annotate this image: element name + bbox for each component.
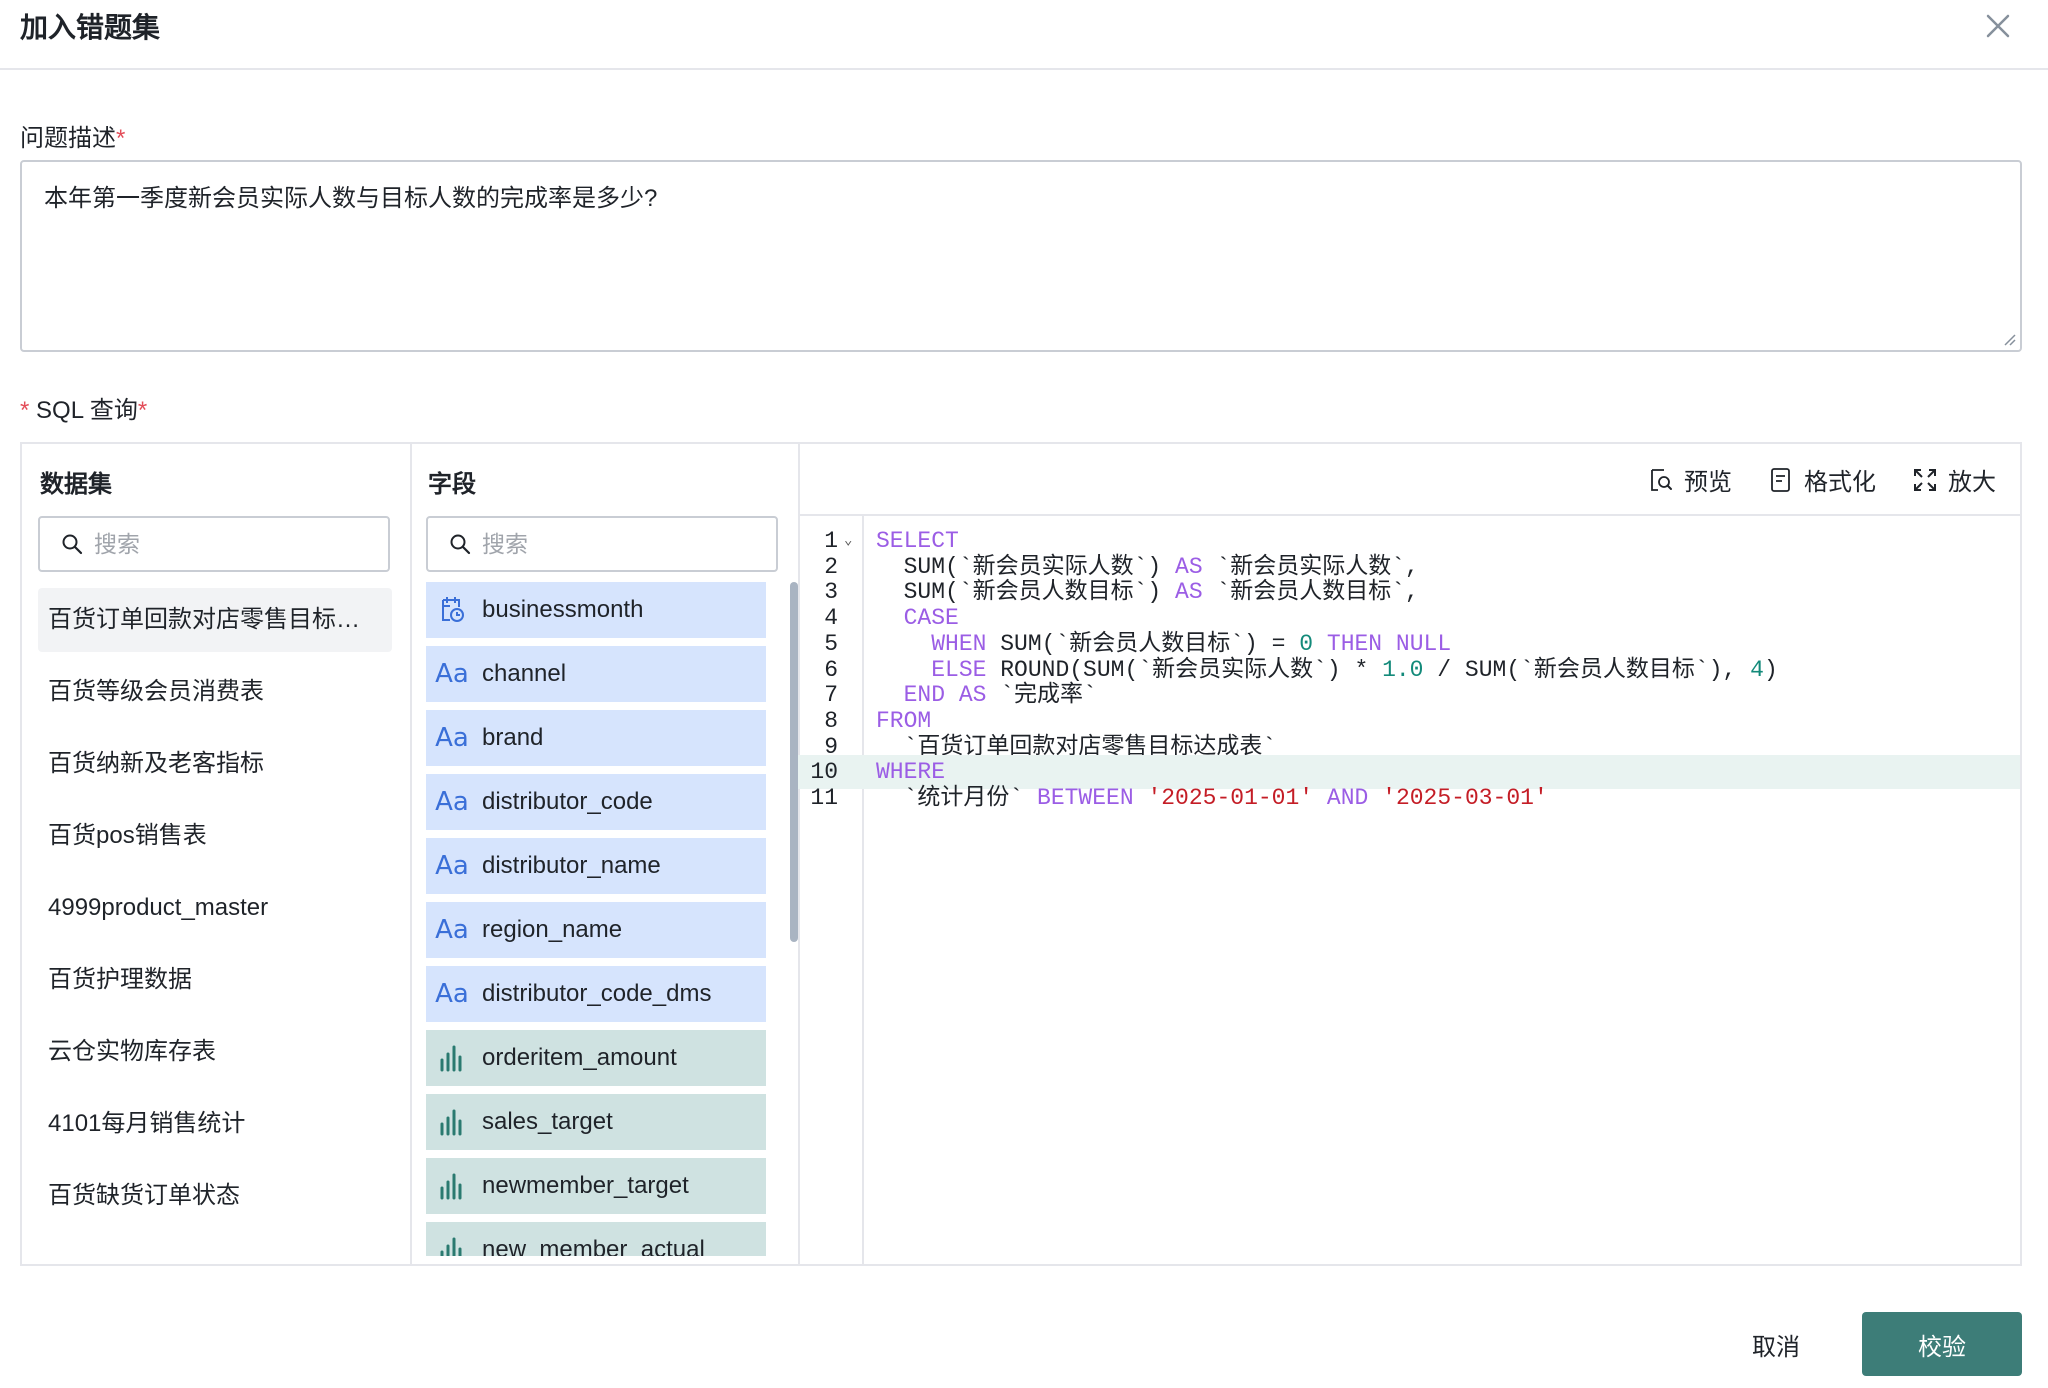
field-column: 字段 businessmonthAachannelAabrandAadistri… <box>410 444 800 1264</box>
field-name: distributor_code_dms <box>482 980 712 1007</box>
expand-button[interactable]: 放大 <box>1912 462 1996 497</box>
code-line: 11 `统计月份` BETWEEN '2025-01-01' AND '2025… <box>798 781 2020 815</box>
dataset-item[interactable]: 百货护理数据 <box>38 948 392 1012</box>
description-textarea[interactable]: 本年第一季度新会员实际人数与目标人数的完成率是多少? <box>20 160 2022 352</box>
sql-label-text: SQL 查询 <box>36 397 138 424</box>
dataset-column: 数据集 百货订单回款对店零售目标达成表百货等级会员消费表百货纳新及老客指标百货p… <box>22 444 412 1264</box>
code-token: '2025-01-01' <box>1147 785 1314 811</box>
field-item[interactable]: Aa brand <box>426 710 766 766</box>
field-name: brand <box>482 724 544 751</box>
dataset-search-input[interactable] <box>92 529 356 559</box>
calendar-clock-icon <box>434 594 470 626</box>
bar-chart-icon <box>434 1234 470 1256</box>
required-mark-prefix: * <box>20 397 30 424</box>
dialog-title: 加入错题集 <box>20 12 161 43</box>
field-name: distributor_name <box>482 852 661 879</box>
close-icon <box>1986 14 2010 38</box>
bar-chart-icon <box>434 1106 470 1138</box>
format-label: 格式化 <box>1804 469 1876 496</box>
dataset-item[interactable]: 4999product_master <box>38 876 392 940</box>
field-list: businessmonth Aa channel Aa brand Aa distribut… <box>426 582 766 1256</box>
code-text: `统计月份` BETWEEN '2025-01-01' AND '2025-03… <box>876 781 1548 815</box>
field-item[interactable]: Aa distributor_name <box>426 838 766 894</box>
required-mark: * <box>116 125 126 152</box>
field-item[interactable]: Aa channel <box>426 646 766 702</box>
dataset-search[interactable] <box>38 516 390 572</box>
field-item[interactable]: sales_target <box>426 1094 766 1150</box>
field-item[interactable]: newmember_target <box>426 1158 766 1214</box>
dataset-item[interactable]: 百货等级会员消费表 <box>38 660 392 724</box>
field-search[interactable] <box>426 516 778 572</box>
editor-toolbar: 预览 格式化 放大 <box>1648 462 1996 497</box>
description-label-text: 问题描述 <box>20 125 116 152</box>
verify-button[interactable]: 校验 <box>1862 1312 2022 1376</box>
text-type-icon: Aa <box>435 659 469 689</box>
field-item[interactable]: Aa distributor_code <box>426 774 766 830</box>
field-item[interactable]: businessmonth <box>426 582 766 638</box>
text-type-icon: Aa <box>435 915 469 945</box>
description-value: 本年第一季度新会员实际人数与目标人数的完成率是多少? <box>44 185 658 212</box>
preview-icon <box>1651 468 1672 491</box>
text-type-icon: Aa <box>435 851 469 881</box>
text-type-icon: Aa <box>435 723 469 753</box>
code-token: `统计月份` <box>876 785 1038 811</box>
bar-chart-icon <box>434 1042 470 1074</box>
field-name: region_name <box>482 916 623 943</box>
preview-label: 预览 <box>1684 469 1732 496</box>
format-icon <box>1771 467 1790 492</box>
field-list-scrollbar[interactable] <box>790 582 798 942</box>
dialog-header: 加入错题集 <box>0 0 2048 70</box>
dataset-item[interactable]: 百货纳新及老客指标 <box>38 732 392 796</box>
field-name: orderitem_amount <box>482 1044 677 1071</box>
field-item[interactable]: new_member_actual <box>426 1222 766 1256</box>
code-token: '2025-03-01' <box>1382 785 1548 811</box>
dataset-item[interactable]: 百货pos销售表 <box>38 804 392 868</box>
dataset-item[interactable]: 云仓实物库存表 <box>38 1020 392 1084</box>
dataset-item[interactable]: 百货订单回款对店零售目标达成表 <box>38 588 392 652</box>
sql-label: * SQL 查询* <box>20 390 147 425</box>
field-name: distributor_code <box>482 788 653 815</box>
field-search-input[interactable] <box>480 529 744 559</box>
dataset-item[interactable]: 4101每月销售统计 <box>38 1092 392 1156</box>
field-item[interactable]: Aa region_name <box>426 902 766 958</box>
line-number: 11 <box>810 785 838 811</box>
dataset-list: 百货订单回款对店零售目标达成表 百货等级会员消费表 百货纳新及老客指标 百货pos销售… <box>38 588 392 1236</box>
expand-icon <box>1914 468 1936 491</box>
sql-panel: 数据集 百货订单回款对店零售目标达成表百货等级会员消费表百货纳新及老客指标百货p… <box>20 442 2022 1266</box>
field-name: newmember_target <box>482 1172 689 1199</box>
search-icon <box>62 534 83 555</box>
text-type-icon: Aa <box>435 979 469 1009</box>
field-title: 字段 <box>428 471 476 498</box>
text-type-icon: Aa <box>435 787 469 817</box>
resize-grip-icon[interactable] <box>2000 330 2016 346</box>
dataset-item[interactable]: 百货缺货订单状态 <box>38 1164 392 1228</box>
required-mark: * <box>137 397 148 424</box>
description-label: 问题描述* <box>20 118 125 153</box>
field-item[interactable]: Aa distributor_code_dms <box>426 966 766 1022</box>
preview-button[interactable]: 预览 <box>1648 462 1732 497</box>
field-name: businessmonth <box>482 596 644 623</box>
field-name: sales_target <box>482 1108 613 1135</box>
field-item[interactable]: orderitem_amount <box>426 1030 766 1086</box>
expand-label: 放大 <box>1948 469 1996 496</box>
close-button[interactable] <box>1978 6 2018 46</box>
bar-chart-icon <box>434 1170 470 1202</box>
field-name: channel <box>482 660 567 687</box>
search-icon <box>450 534 471 555</box>
sql-editor-column: 预览 格式化 放大 1 ⌄ SELECT 2 SUM(`新会员实际人数`) AS `新… <box>798 444 2020 1264</box>
format-button[interactable]: 格式化 <box>1768 462 1876 497</box>
field-name: new_member_actual <box>482 1236 705 1256</box>
sql-code-editor[interactable]: 1 ⌄ SELECT 2 SUM(`新会员实际人数`) AS `新会员实际人数`, 3 … <box>798 514 2020 1264</box>
code-token: BETWEEN <box>1037 785 1134 811</box>
cancel-button[interactable]: 取消 <box>1716 1312 1836 1376</box>
dataset-title: 数据集 <box>40 471 112 498</box>
code-token: AND <box>1326 785 1369 811</box>
